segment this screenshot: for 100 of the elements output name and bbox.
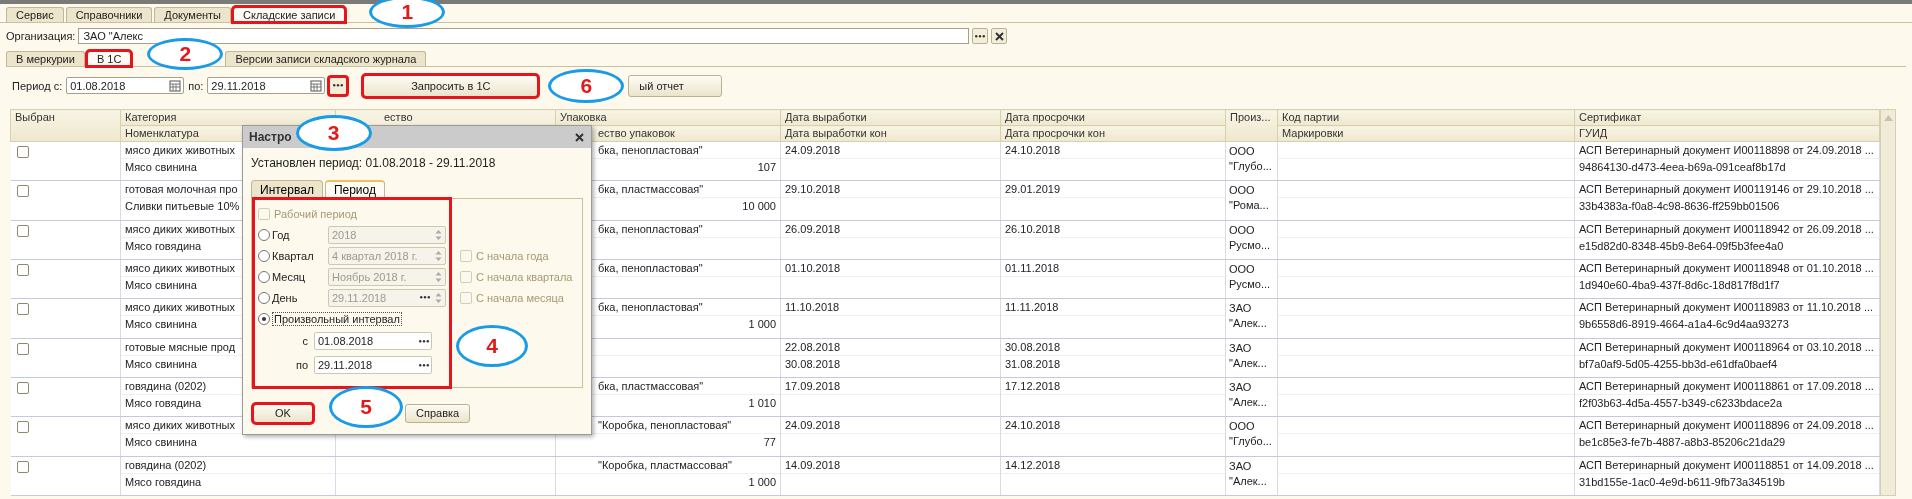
scrollbar[interactable] — [1880, 109, 1896, 496]
table-cell: 01.11.2018 — [1005, 262, 1060, 274]
table-cell-text: ЗАО "Алек... — [1228, 379, 1268, 410]
tab[interactable]: В 1С — [86, 51, 132, 66]
table-cell: Мясо говядина — [125, 475, 202, 488]
row-checkbox[interactable] — [16, 421, 29, 434]
table-cell-text: ЗАО "Алек... — [1228, 340, 1268, 371]
table-cell: мясо диких животных — [125, 419, 235, 432]
table-cell: 24.09.2018 — [785, 419, 841, 432]
table-cell: 29.01.2019 — [1005, 183, 1061, 196]
callout-marker: 2 — [147, 38, 224, 70]
row-checkbox[interactable] — [16, 342, 29, 355]
table-cell: АСП Ветеринарный документ И00119146 от 29.10.2018 ... — [1579, 183, 1874, 196]
date-field[interactable]: 01.08.2018 — [66, 77, 185, 94]
table-cell: e15d82d0-8348-45b9-8e64-09f5b3fee4a0 — [1579, 239, 1784, 252]
ellipsis-icon — [333, 84, 344, 87]
column-header: Сертификат — [1574, 109, 1880, 126]
period-summary: Установлен период: 01.08.2018 - 29.11.2018 — [250, 155, 497, 172]
button[interactable]: Запросить в 1С — [363, 74, 539, 97]
button[interactable]: ый отчет — [628, 74, 723, 97]
date-field[interactable]: 01.08.2018 — [314, 332, 432, 350]
field-label: Период с: — [12, 79, 63, 92]
tab[interactable]: В меркурии — [6, 51, 85, 66]
picker-button[interactable] — [419, 339, 429, 343]
clear-button[interactable] — [991, 28, 1008, 44]
table-cell: бка, пенопластовая" — [598, 301, 703, 314]
radio-button[interactable] — [258, 291, 270, 304]
table-cell: 24.09.2018 — [785, 144, 841, 156]
table-cell-text: ЗАО "Алек... — [1228, 301, 1268, 332]
column-header: Выбран — [10, 109, 121, 142]
select-button[interactable] — [972, 28, 989, 44]
table-cell: бка, пенопластовая" — [598, 262, 703, 274]
table-cell: АСП Ветеринарный документ И00118896 от 24.09.2018 ... — [1579, 419, 1874, 432]
table-cell: 1 000 — [748, 475, 776, 488]
value-field: 4 квартал 2018 г. — [328, 246, 446, 265]
button[interactable]: Справка — [405, 403, 471, 423]
tab[interactable]: Складские записи — [233, 7, 346, 22]
table-cell: АСП Ветеринарный документ И00118898 от 24.09.2018 ... — [1579, 144, 1874, 156]
checkbox-label: Рабочий период — [274, 207, 357, 220]
close-button[interactable] — [574, 131, 585, 143]
table-cell-text: ООО Русмо... — [1228, 262, 1272, 292]
table-cell: 9b6558d6-8919-4664-a1a4-6c9d4aa93273 — [1579, 318, 1789, 331]
table-cell: Мясо свинина — [125, 318, 197, 331]
table-cell: 17.09.2018 — [785, 379, 841, 392]
row-checkbox[interactable] — [16, 460, 29, 473]
row-checkbox[interactable] — [16, 185, 29, 198]
table-cell: Мясо говядина — [125, 396, 202, 409]
calendar-icon — [310, 79, 323, 92]
row-checkbox[interactable] — [16, 224, 29, 237]
table-cell: 17.12.2018 — [1005, 379, 1061, 392]
table-cell-text: ООО "Глубо... — [1228, 144, 1273, 174]
table-cell: 33b4383a-f0a8-4c98-8636-ff259bb01506 — [1579, 200, 1780, 213]
tab[interactable]: Версии записи складского журнала — [225, 51, 427, 66]
table-cell: АСП Ветеринарный документ И00118948 от 01.10.2018 ... — [1579, 262, 1874, 274]
checkbox-label: С начала месяца — [476, 291, 564, 304]
window-title: Настро — [249, 130, 292, 144]
table-cell: говядина (0202) — [125, 458, 207, 471]
table-cell: 26.09.2018 — [785, 222, 841, 235]
table-cell: готовая молочная про — [125, 183, 238, 196]
ellipsis-icon — [419, 339, 429, 343]
organization-field[interactable]: ЗАО "Алекс — [78, 28, 970, 44]
table-cell-text: ЗАО "Алек... — [1228, 458, 1268, 489]
picker-button[interactable] — [329, 76, 348, 95]
radio-button[interactable] — [258, 312, 270, 325]
spinner-icon — [434, 290, 443, 305]
table-cell: 11.11.2018 — [1005, 301, 1059, 314]
radio-button[interactable] — [258, 249, 270, 262]
table-cell: мясо диких животных — [125, 144, 235, 156]
table-cell: "Коробка, пенопластовая" — [598, 419, 732, 432]
date-field[interactable]: 29.11.2018 — [314, 356, 432, 374]
tab[interactable]: Сервис — [6, 7, 64, 22]
option-label: Произвольный интервал — [272, 311, 402, 326]
table-cell: 01.10.2018 — [785, 262, 841, 274]
table-cell: Сливки питьевые 10% — [125, 200, 240, 213]
row-checkbox[interactable] — [16, 381, 29, 394]
table-cell-text: ООО "Глубо... — [1228, 419, 1273, 450]
date-field[interactable]: 29.11.2018 — [207, 77, 326, 94]
table-cell: бка, пенопластовая" — [598, 144, 703, 156]
table-cell: Мясо свинина — [125, 357, 197, 370]
radio-button[interactable] — [258, 228, 270, 241]
row-checkbox[interactable] — [16, 146, 29, 158]
tab[interactable]: Справочники — [65, 7, 153, 22]
callout-marker: 6 — [548, 68, 625, 103]
radio-button[interactable] — [258, 270, 270, 283]
checkbox-label: С начала квартала — [476, 270, 573, 283]
tab[interactable]: Период — [324, 180, 385, 198]
tab[interactable]: Документы — [154, 7, 231, 22]
picker-button[interactable] — [419, 363, 429, 367]
table-cell: готовые мясные прод — [125, 340, 236, 353]
option-label: Месяц — [272, 270, 307, 283]
close-icon — [574, 131, 585, 143]
tab[interactable]: Интервал — [251, 180, 323, 198]
row-checkbox[interactable] — [16, 303, 29, 316]
value-field: 2018 — [328, 225, 446, 244]
button[interactable]: OK — [253, 403, 313, 423]
value-field: 29.11.2018 — [328, 288, 446, 307]
table-cell: f2f03b63-4d5a-4557-b349-c6233bdace2a — [1579, 396, 1783, 409]
table-cell: 26.10.2018 — [1005, 222, 1061, 235]
row-checkbox[interactable] — [16, 264, 29, 276]
column-header: Дата выработки — [780, 109, 1001, 126]
